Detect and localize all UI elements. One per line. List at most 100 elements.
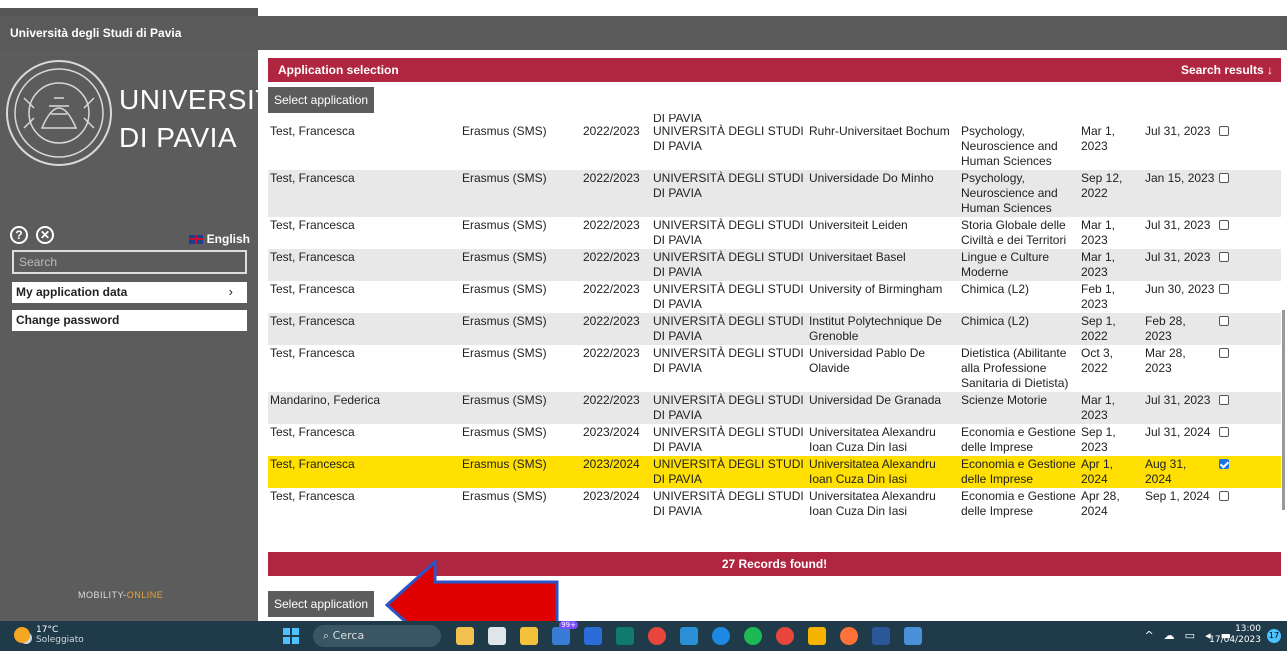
row-checkbox[interactable]	[1219, 126, 1229, 136]
cell-subject: Storia Globale delle Civiltà e dei Terri…	[959, 217, 1079, 249]
row-checkbox[interactable]	[1219, 252, 1229, 262]
cell-subject: Scienze Motorie	[959, 392, 1079, 424]
row-checkbox[interactable]	[1219, 316, 1229, 326]
help-icon[interactable]: ?	[10, 226, 28, 244]
chrome-profile-icon[interactable]	[776, 627, 794, 645]
cell-subject: Psychology, Neuroscience and Human Scien…	[959, 170, 1079, 217]
cell-subject: Psychology, Neuroscience and Human Scien…	[959, 123, 1079, 170]
row-checkbox[interactable]	[1219, 348, 1229, 358]
cell-name: Mandarino, Federica	[268, 392, 460, 424]
windows-start-icon[interactable]	[283, 628, 299, 644]
select-application-button-top[interactable]: Select application	[268, 87, 375, 113]
cell-program: Erasmus (SMS)	[460, 488, 581, 520]
taskbar-search[interactable]: ⌕ Cerca	[313, 625, 441, 647]
calculator-icon[interactable]	[616, 627, 634, 645]
task-view-icon[interactable]	[488, 627, 506, 645]
scrollbar[interactable]	[1282, 310, 1285, 510]
cell-home: UNIVERSITÀ DEGLI STUDI DI PAVIA	[651, 249, 807, 281]
cell-home: UNIVERSITÀ DEGLI STUDI DI PAVIA	[651, 392, 807, 424]
time: 13:00	[1235, 624, 1261, 634]
row-checkbox[interactable]	[1219, 173, 1229, 183]
spotify-icon[interactable]	[744, 627, 762, 645]
cell-home: UNIVERSITÀ DEGLI STUDI DI PAVIA	[651, 313, 807, 345]
cell-name: Test, Francesca	[268, 217, 460, 249]
security-app-icon[interactable]	[808, 627, 826, 645]
weather-text: Soleggiato	[36, 635, 84, 645]
table-row[interactable]: Test, Francesca Erasmus (SMS) 2022/2023 UNI…	[268, 123, 1281, 170]
cell-name: Test, Francesca	[268, 345, 460, 392]
date: 17/04/2023	[1209, 635, 1261, 645]
word-icon[interactable]	[872, 627, 890, 645]
table-row[interactable]: Test, Francesca Erasmus (SMS) 2023/2024 UNI…	[268, 488, 1281, 520]
main-content: Application selection Search results ↓ S…	[258, 50, 1287, 621]
widgets-app-icon[interactable]	[456, 627, 474, 645]
cell-subject: Chimica (L2)	[959, 281, 1079, 313]
mail-icon[interactable]: 99+	[552, 621, 578, 645]
close-icon[interactable]: ✕	[36, 226, 54, 244]
table-row[interactable]: Test, Francesca Erasmus (SMS) 2022/2023 UNI…	[268, 281, 1281, 313]
cell-year: 2023/2024	[581, 488, 651, 520]
table-row[interactable]: Test, Francesca Erasmus (SMS) 2022/2023 UNI…	[268, 313, 1281, 345]
language-selector[interactable]: English	[188, 232, 250, 246]
cell-host: Ruhr-Universitaet Bochum	[807, 123, 959, 170]
cell-start: Feb 1, 2023	[1079, 281, 1143, 313]
file-explorer-icon[interactable]	[520, 627, 538, 645]
clock[interactable]: 13:00 17/04/2023	[1209, 624, 1261, 646]
table-row[interactable]: Test, Francesca Erasmus (SMS) 2022/2023 UNI…	[268, 217, 1281, 249]
table-row[interactable]: Test, Francesca Erasmus (SMS) 2022/2023 UNI…	[268, 170, 1281, 217]
cell-home: UNIVERSITÀ DEGLI STUDI DI PAVIA	[651, 281, 807, 313]
university-logo[interactable]: UNIVERSITÀ DI PAVIA	[4, 58, 292, 178]
notification-badge[interactable]: 17	[1267, 629, 1281, 643]
row-checkbox[interactable]	[1219, 220, 1229, 230]
cell-name: Test, Francesca	[268, 281, 460, 313]
table-row-partial: DI PAVIA	[268, 114, 1281, 123]
cell-name: Test, Francesca	[268, 249, 460, 281]
cell-program: Erasmus (SMS)	[460, 456, 581, 488]
cell-name: Test, Francesca	[268, 488, 460, 520]
row-checkbox[interactable]	[1219, 395, 1229, 405]
screen: Università degli Studi di Pavia UNIVERSI…	[0, 0, 1287, 651]
select-application-button-bottom[interactable]: Select application	[268, 591, 375, 617]
table-row[interactable]: Test, Francesca Erasmus (SMS) 2023/2024 UNI…	[268, 456, 1281, 488]
row-checkbox[interactable]	[1219, 491, 1229, 501]
row-checkbox[interactable]	[1219, 284, 1229, 294]
cell-host: Universitatea Alexandru Ioan Cuza Din Ia…	[807, 456, 959, 488]
cell-host: Universidad Pablo De Olavide	[807, 345, 959, 392]
chrome-icon[interactable]	[648, 627, 666, 645]
cell-subject: Economia e Gestione delle Imprese	[959, 488, 1079, 520]
table-row[interactable]: Test, Francesca Erasmus (SMS) 2022/2023 UNI…	[268, 249, 1281, 281]
cell-program: Erasmus (SMS)	[460, 217, 581, 249]
search-input[interactable]: Search	[12, 250, 247, 274]
cell-year: 2022/2023	[581, 123, 651, 170]
cell-year: 2022/2023	[581, 217, 651, 249]
phone-link-icon[interactable]	[712, 627, 730, 645]
firefox-icon[interactable]	[840, 627, 858, 645]
table-row[interactable]: Test, Francesca Erasmus (SMS) 2023/2024 UNI…	[268, 424, 1281, 456]
calendar-icon[interactable]	[680, 627, 698, 645]
cell-end: Jul 31, 2023	[1143, 392, 1217, 424]
cell-end: Jul 31, 2023	[1143, 249, 1217, 281]
table-row[interactable]: Test, Francesca Erasmus (SMS) 2022/2023 UNI…	[268, 345, 1281, 392]
logo-text-line2: DI PAVIA	[119, 122, 238, 153]
menu-item-my-application-data[interactable]: My application data ›	[12, 282, 247, 303]
menu-item-change-password[interactable]: Change password	[12, 310, 247, 331]
cell-program: Erasmus (SMS)	[460, 249, 581, 281]
row-checkbox[interactable]	[1219, 459, 1229, 469]
search-results-toggle[interactable]: Search results ↓	[1181, 63, 1273, 77]
weather-widget[interactable]: 17°C Soleggiato	[14, 625, 84, 645]
copilot-icon[interactable]	[584, 627, 602, 645]
cell-year: 2022/2023	[581, 313, 651, 345]
row-checkbox[interactable]	[1219, 427, 1229, 437]
temperature: 17°C	[36, 625, 59, 635]
cell-end: Feb 28, 2023	[1143, 313, 1217, 345]
cell-home: UNIVERSITÀ DEGLI STUDI DI PAVIA	[651, 217, 807, 249]
bank-app-icon[interactable]	[904, 627, 922, 645]
panel-title: Application selection	[278, 63, 399, 77]
university-title: Università degli Studi di Pavia	[10, 26, 182, 40]
cell-start: Apr 1, 2024	[1079, 456, 1143, 488]
cell-program: Erasmus (SMS)	[460, 170, 581, 217]
cell-subject: Lingue e Culture Moderne	[959, 249, 1079, 281]
table-row[interactable]: Mandarino, Federica Erasmus (SMS) 2022/202…	[268, 392, 1281, 424]
menu-item-label: Change password	[16, 313, 120, 327]
cell-year: 2022/2023	[581, 345, 651, 392]
